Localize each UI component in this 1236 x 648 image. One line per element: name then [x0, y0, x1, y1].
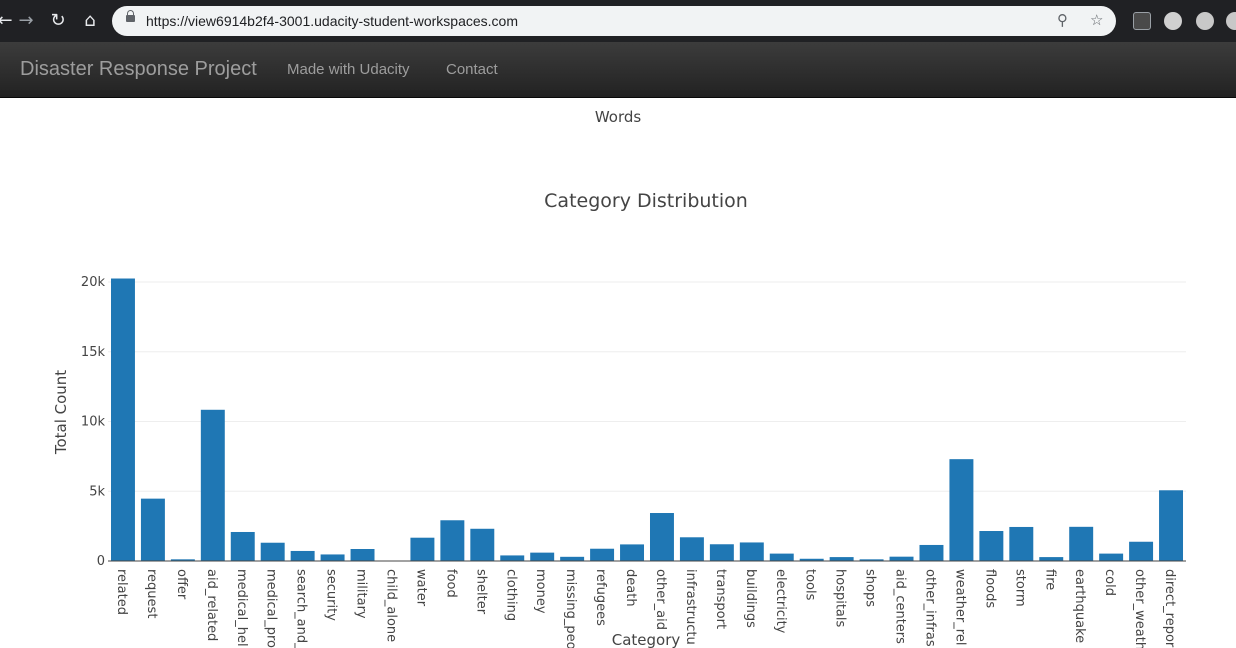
x-tick-label: military — [354, 569, 369, 619]
bar — [350, 549, 375, 561]
bar — [919, 544, 944, 561]
bar — [769, 553, 794, 561]
bar — [560, 556, 585, 561]
x-tick-label: other_weath — [1132, 569, 1147, 648]
x-tick-label: hospitals — [833, 569, 848, 628]
bar — [140, 498, 165, 561]
bar — [829, 557, 854, 561]
y-tick-label: 0 — [97, 554, 105, 569]
bar — [889, 556, 914, 561]
x-tick-label: missing_peo — [563, 569, 578, 648]
x-tick-label: direct_repor — [1162, 569, 1177, 648]
bar — [679, 537, 704, 561]
bar — [709, 544, 734, 561]
x-tick-label: medical_pro — [264, 569, 279, 648]
x-tick-label: offer — [174, 569, 189, 600]
x-tick-label: tools — [803, 569, 818, 601]
bar — [500, 555, 525, 561]
x-tick-label: water — [413, 569, 428, 607]
x-tick-label: related — [114, 569, 129, 615]
x-tick-label: cold — [1102, 569, 1117, 596]
bar — [200, 409, 225, 561]
y-axis-title: Total Count — [52, 370, 70, 455]
bar — [440, 520, 465, 561]
x-tick-label: shops — [863, 569, 878, 607]
bar — [1159, 490, 1184, 561]
x-tick-label: buildings — [743, 569, 758, 628]
bar — [260, 542, 285, 561]
x-tick-label: other_infras — [922, 569, 937, 647]
bar — [290, 550, 315, 561]
y-tick-label: 10k — [81, 415, 106, 430]
x-tick-label: infrastructu — [683, 569, 698, 645]
bar-chart: 0 5k 10k 15k 20k related request offer aid_relat… — [52, 275, 1186, 648]
x-tick-label: aid_centers — [893, 569, 908, 644]
x-tick-label: other_aid — [653, 569, 668, 630]
bar — [230, 531, 255, 561]
y-tick-label: 20k — [81, 275, 106, 290]
y-tick-label: 15k — [81, 345, 106, 360]
bar — [739, 542, 764, 561]
x-tick-label: request — [144, 569, 159, 618]
x-tick-label: storm — [1012, 569, 1027, 607]
bar — [110, 278, 135, 561]
x-tick-label: electricity — [773, 569, 788, 634]
bar — [1129, 541, 1154, 561]
x-tick-label: search_and_ — [294, 569, 309, 648]
x-tick-label: food — [443, 569, 458, 598]
bar — [590, 548, 615, 561]
x-tick-label: security — [324, 569, 339, 621]
bar — [320, 554, 345, 561]
bar — [620, 544, 645, 561]
x-tick-label: earthquake — [1072, 569, 1087, 643]
bar — [1009, 526, 1034, 561]
x-tick-label: floods — [982, 569, 997, 608]
x-tick-label: medical_hel — [234, 569, 249, 647]
x-tick-label: transport — [713, 569, 728, 629]
bar — [649, 513, 674, 561]
x-tick-label: refugees — [593, 569, 608, 626]
bar — [410, 537, 435, 561]
x-tick-label: money — [533, 569, 548, 614]
x-tick-label: aid_related — [204, 569, 219, 641]
x-tick-label: clothing — [503, 569, 518, 621]
x-axis-title: Category — [612, 631, 681, 648]
x-tick-label: shelter — [473, 569, 488, 615]
bar — [1039, 557, 1064, 561]
bar — [1069, 526, 1094, 561]
x-tick-label: fire — [1042, 569, 1057, 590]
x-tick-label: weather_rel — [952, 569, 967, 645]
x-tick-label: child_alone — [383, 569, 398, 642]
y-tick-label: 5k — [89, 484, 105, 499]
x-tick-label: death — [623, 569, 638, 607]
bar — [949, 459, 974, 561]
bar — [530, 552, 555, 561]
bar — [979, 531, 1004, 561]
bar — [1099, 553, 1124, 561]
bar — [470, 528, 495, 561]
